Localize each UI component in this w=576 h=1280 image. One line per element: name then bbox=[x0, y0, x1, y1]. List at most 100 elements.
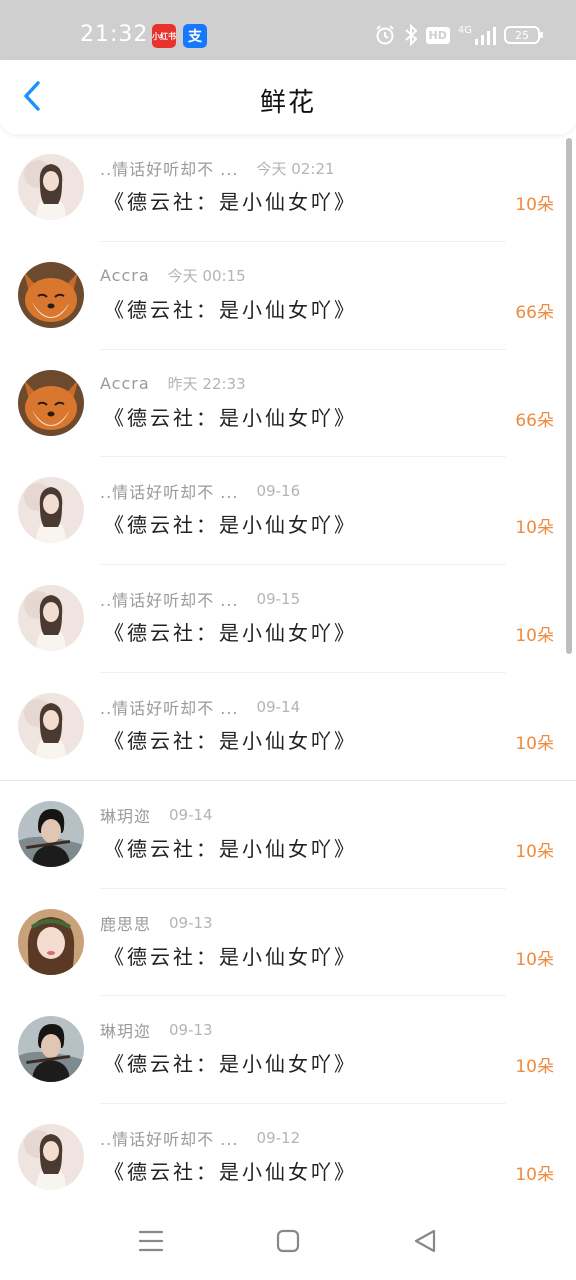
avatar[interactable] bbox=[18, 1124, 84, 1191]
record-meta: Accra 今天 00:15 bbox=[100, 264, 246, 288]
flower-count: 10朵 bbox=[515, 1057, 554, 1078]
record-meta: ..情话好听却不 ... 今天 02:21 bbox=[100, 156, 335, 180]
gift-target: 《德云社：是小仙女吖》 bbox=[104, 297, 357, 322]
alipay-app-icon: 支 bbox=[183, 24, 207, 48]
record-time: 09-14 bbox=[169, 805, 213, 824]
list-item[interactable]: ..情话好听却不 ... 09-15 《德云社：是小仙女吖》 10朵 bbox=[0, 565, 576, 673]
record-time: 昨天 22:33 bbox=[167, 375, 246, 394]
record-meta: 琳玥迩 09-14 bbox=[100, 803, 213, 827]
bluetooth-icon bbox=[404, 24, 417, 46]
avatar-woman-image bbox=[18, 1124, 84, 1191]
flower-record-list[interactable]: ..情话好听却不 ... 今天 02:21 《德云社：是小仙女吖》 10朵 Ac… bbox=[0, 134, 576, 1200]
gift-target: 《德云社：是小仙女吖》 bbox=[104, 836, 357, 861]
flower-count: 10朵 bbox=[515, 1165, 554, 1186]
sender-name[interactable]: ..情话好听却不 ... bbox=[100, 1126, 239, 1150]
gift-target: 《德云社：是小仙女吖》 bbox=[104, 190, 357, 214]
list-item[interactable]: 琳玥迩 09-13 《德云社：是小仙女吖》 10朵 bbox=[0, 996, 576, 1105]
alarm-icon bbox=[375, 25, 394, 45]
record-meta: 琳玥迩 09-13 bbox=[100, 1018, 213, 1042]
gift-target: 《德云社：是小仙女吖》 bbox=[104, 1160, 357, 1185]
avatar[interactable] bbox=[18, 369, 84, 436]
back-triangle-icon bbox=[414, 1229, 436, 1253]
record-time: 今天 00:15 bbox=[167, 267, 246, 286]
scrollbar[interactable] bbox=[566, 138, 572, 654]
avatar[interactable] bbox=[18, 800, 84, 867]
record-meta: ..情话好听却不 ... 09-16 bbox=[100, 479, 300, 503]
avatar[interactable] bbox=[18, 1016, 84, 1083]
avatar[interactable] bbox=[18, 261, 84, 328]
record-meta: Accra 昨天 22:33 bbox=[100, 372, 246, 396]
record-meta: ..情话好听却不 ... 09-12 bbox=[100, 1126, 300, 1150]
status-icons: HD 4G 25 bbox=[374, 22, 543, 48]
avatar[interactable] bbox=[18, 908, 84, 975]
record-meta: 鹿思思 09-13 bbox=[100, 911, 213, 935]
network-type: 4G bbox=[457, 24, 472, 36]
sender-name[interactable]: ..情话好听却不 ... bbox=[100, 479, 239, 503]
record-time: 今天 02:21 bbox=[256, 159, 335, 178]
avatar-girl-image bbox=[18, 908, 84, 975]
battery-level: 25 bbox=[515, 28, 529, 42]
sender-name[interactable]: 鹿思思 bbox=[100, 911, 151, 935]
record-time: 09-15 bbox=[256, 590, 301, 609]
avatar-woman-image bbox=[18, 692, 84, 759]
gift-target: 《德云社：是小仙女吖》 bbox=[104, 513, 357, 538]
sender-name[interactable]: 琳玥迩 bbox=[100, 803, 151, 827]
app-header: 鲜花 bbox=[0, 60, 576, 134]
list-item[interactable]: ..情话好听却不 ... 今天 02:21 《德云社：是小仙女吖》 10朵 bbox=[0, 134, 576, 242]
sender-name[interactable]: ..情话好听却不 ... bbox=[100, 587, 239, 611]
home-button[interactable] bbox=[271, 1224, 305, 1258]
avatar-fox-image bbox=[18, 261, 84, 328]
flower-count: 66朵 bbox=[515, 302, 554, 323]
list-item[interactable]: Accra 今天 00:15 《德云社：是小仙女吖》 66朵 bbox=[0, 242, 576, 350]
record-time: 09-12 bbox=[256, 1129, 301, 1148]
avatar-woman-image bbox=[18, 585, 84, 652]
list-item[interactable]: ..情话好听却不 ... 09-12 《德云社：是小仙女吖》 10朵 bbox=[0, 1104, 576, 1200]
gift-target: 《德云社：是小仙女吖》 bbox=[104, 621, 357, 646]
flower-count: 10朵 bbox=[515, 195, 554, 215]
list-item[interactable]: ..情话好听却不 ... 09-16 《德云社：是小仙女吖》 10朵 bbox=[0, 457, 576, 566]
record-meta: ..情话好听却不 ... 09-14 bbox=[100, 695, 300, 719]
sender-name[interactable]: ..情话好听却不 ... bbox=[100, 156, 239, 180]
flower-count: 66朵 bbox=[515, 410, 554, 431]
sender-name[interactable]: ..情话好听却不 ... bbox=[100, 695, 239, 719]
hd-icon: HD bbox=[425, 26, 450, 44]
status-bar: 21:32 小红书 支 HD 4G 25 bbox=[0, 0, 576, 60]
list-item[interactable]: 琳玥迩 09-14 《德云社：是小仙女吖》 10朵 bbox=[0, 781, 576, 889]
avatar-woman-image bbox=[18, 477, 84, 544]
flower-count: 10朵 bbox=[515, 518, 554, 539]
record-meta: ..情话好听却不 ... 09-15 bbox=[100, 587, 300, 611]
sender-name[interactable]: Accra bbox=[100, 374, 150, 393]
record-time: 09-16 bbox=[256, 482, 301, 501]
sender-name[interactable]: Accra bbox=[100, 266, 150, 285]
xiaohongshu-app-icon: 小红书 bbox=[152, 24, 176, 48]
record-time: 09-13 bbox=[169, 913, 213, 932]
signal-icon bbox=[475, 27, 496, 45]
avatar-man-image bbox=[18, 1016, 84, 1083]
flower-count: 10朵 bbox=[515, 733, 554, 754]
gift-target: 《德云社：是小仙女吖》 bbox=[104, 944, 357, 969]
system-back-button[interactable] bbox=[408, 1224, 442, 1258]
gift-target: 《德云社：是小仙女吖》 bbox=[104, 1052, 357, 1077]
flower-count: 10朵 bbox=[515, 949, 554, 970]
record-time: 09-14 bbox=[256, 697, 301, 716]
avatar[interactable] bbox=[18, 585, 84, 652]
home-square-icon bbox=[276, 1229, 300, 1253]
list-item[interactable]: Accra 昨天 22:33 《德云社：是小仙女吖》 66朵 bbox=[0, 350, 576, 458]
status-time: 21:32 bbox=[80, 22, 149, 47]
system-nav-bar bbox=[0, 1200, 576, 1280]
record-time: 09-13 bbox=[169, 1021, 213, 1040]
recent-apps-button[interactable] bbox=[134, 1224, 168, 1258]
avatar[interactable] bbox=[18, 692, 84, 759]
battery-icon: 25 bbox=[504, 26, 543, 44]
sender-name[interactable]: 琳玥迩 bbox=[100, 1018, 151, 1042]
flower-count: 10朵 bbox=[515, 841, 554, 862]
avatar-fox-image bbox=[18, 369, 84, 436]
gift-target: 《德云社：是小仙女吖》 bbox=[104, 405, 357, 430]
list-item[interactable]: ..情话好听却不 ... 09-14 《德云社：是小仙女吖》 10朵 bbox=[0, 673, 576, 781]
menu-icon bbox=[138, 1230, 164, 1252]
avatar[interactable] bbox=[18, 154, 84, 220]
avatar-woman-image bbox=[18, 154, 84, 220]
list-item[interactable]: 鹿思思 09-13 《德云社：是小仙女吖》 10朵 bbox=[0, 889, 576, 997]
avatar[interactable] bbox=[18, 477, 84, 544]
gift-target: 《德云社：是小仙女吖》 bbox=[104, 728, 357, 753]
